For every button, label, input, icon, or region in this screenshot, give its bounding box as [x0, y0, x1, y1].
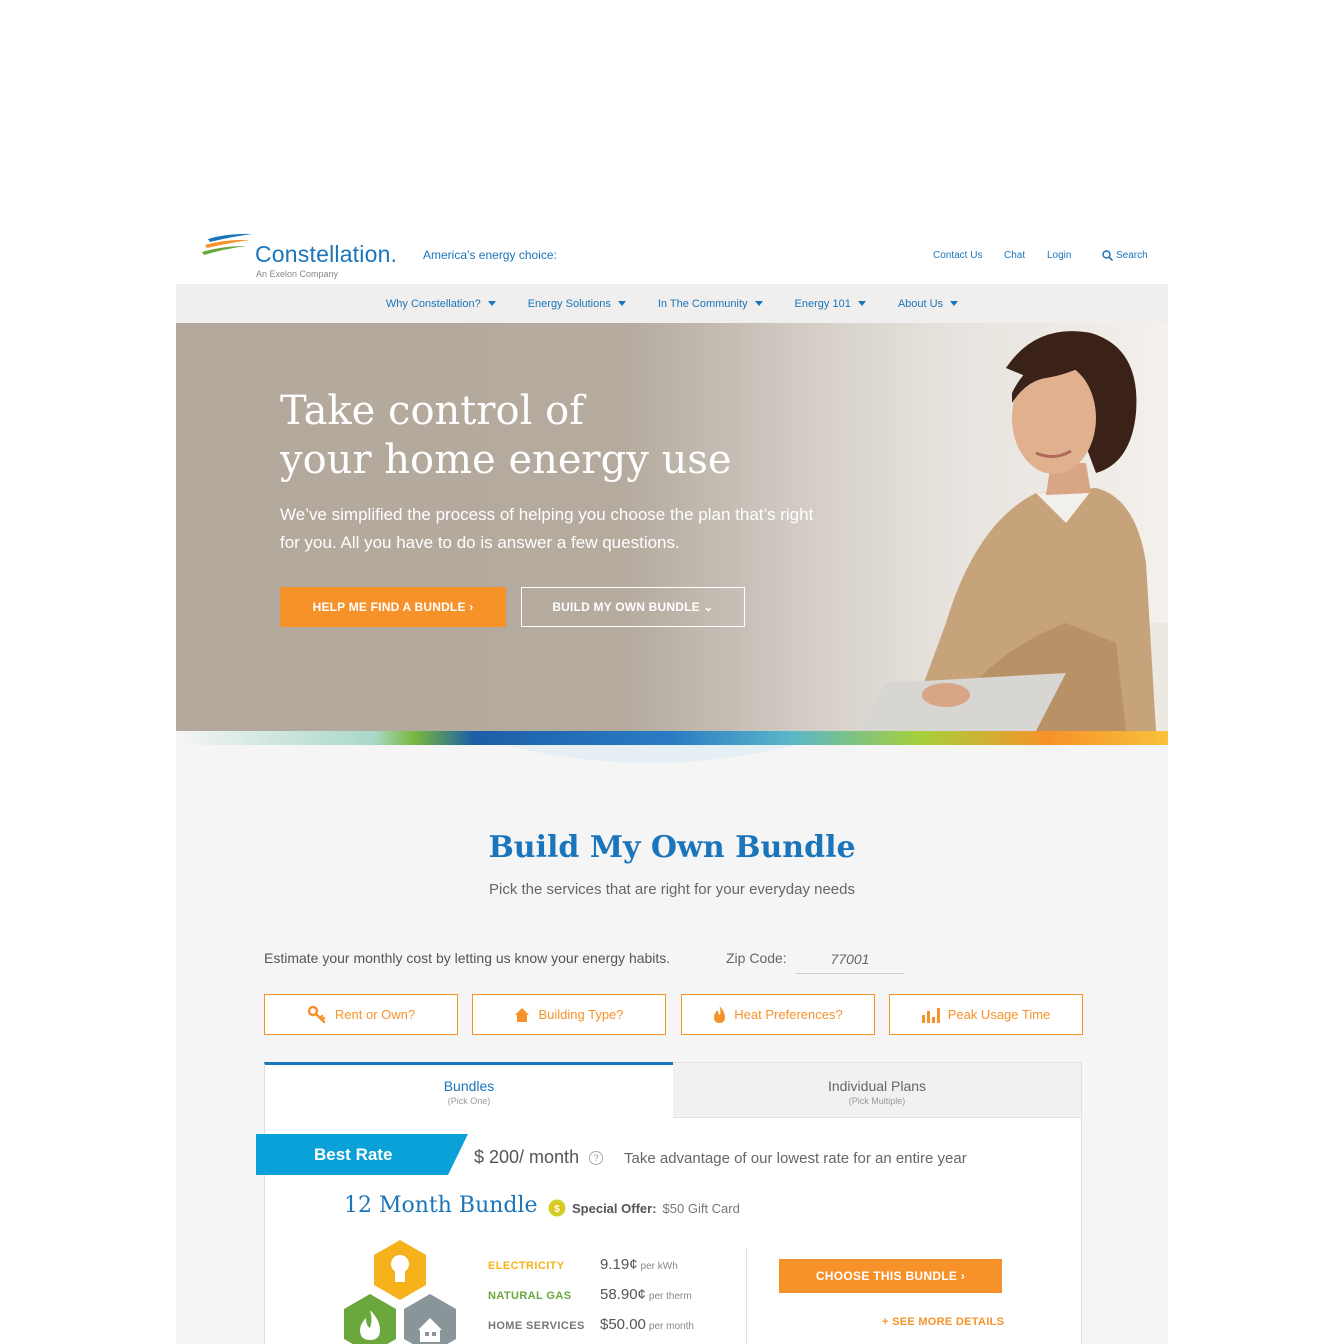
logo-swoosh-icon	[202, 233, 252, 255]
price-value: $ 200/ month	[474, 1147, 580, 1167]
nav-item-energy-101[interactable]: Energy 101	[795, 298, 866, 310]
search-icon	[1102, 250, 1113, 261]
best-rate-label: Best Rate	[314, 1145, 393, 1164]
logo[interactable]: Constellation. An Exelon Company	[200, 229, 430, 279]
price-note: Take advantage of our lowest rate for an…	[624, 1150, 967, 1167]
svg-text:$: $	[554, 1204, 560, 1215]
hero-title-line2: your home energy use	[280, 437, 732, 483]
caret-down-icon	[950, 301, 959, 306]
tab-individual-plans[interactable]: Individual Plans (Pick Multiple)	[673, 1062, 1082, 1118]
special-offer: $ Special Offer: $50 Gift Card	[548, 1199, 740, 1217]
hero-banner: Take control of your home energy use We’v…	[176, 323, 1168, 731]
tab-bundles[interactable]: Bundles (Pick One)	[264, 1062, 673, 1118]
nav-item-in-the-community[interactable]: In The Community	[658, 298, 763, 310]
home-services-rate: $50.00 per month	[600, 1316, 694, 1333]
natural-gas-rate-unit: per therm	[648, 1291, 692, 1302]
contact-us-link[interactable]: Contact Us	[933, 250, 982, 261]
home-services-label: HOME SERVICES	[488, 1320, 585, 1332]
key-icon	[307, 1005, 326, 1023]
special-offer-label: Special Offer:	[572, 1200, 657, 1216]
search-label: Search	[1116, 250, 1148, 261]
heat-preferences-button[interactable]: Heat Preferences?	[681, 994, 875, 1035]
login-link[interactable]: Login	[1047, 250, 1071, 261]
hero-body: We’ve simplified the process of helping …	[280, 505, 814, 552]
nav-item-label: Energy Solutions	[527, 297, 611, 310]
tab-bundles-label: Bundles	[443, 1078, 495, 1094]
nav-item-label: Energy 101	[794, 297, 851, 310]
hero-title-line1: Take control of	[280, 388, 584, 434]
caret-down-icon	[857, 301, 866, 306]
natural-gas-label: NATURAL GAS	[488, 1290, 572, 1302]
build-my-own-bundle-button[interactable]: BUILD MY OWN BUNDLE ⌄	[521, 587, 745, 627]
home-services-rate-value: $50.00	[600, 1316, 646, 1333]
building-type-label: Building Type?	[538, 1007, 624, 1022]
logo-subtitle: An Exelon Company	[256, 269, 339, 279]
nav-item-energy-solutions[interactable]: Energy Solutions	[528, 298, 626, 310]
zip-code-input[interactable]	[796, 944, 904, 974]
caret-down-icon	[487, 301, 496, 306]
home-services-rate-unit: per month	[648, 1321, 694, 1332]
page-frame: Constellation. An Exelon Company America…	[176, 226, 1168, 1344]
electricity-rate-unit: per kWh	[640, 1261, 678, 1272]
nav-item-label: In The Community	[657, 297, 748, 310]
price: $ 200/ month ?	[474, 1147, 604, 1168]
heat-preferences-label: Heat Preferences?	[734, 1007, 843, 1022]
tab-bundles-note: (Pick One)	[447, 1096, 491, 1106]
bundle-services-hexagons	[344, 1240, 456, 1344]
tab-individual-plans-note: (Pick Multiple)	[848, 1096, 906, 1106]
main-nav: Why Constellation? Energy Solutions In T…	[176, 284, 1168, 323]
electricity-rate-value: 9.19¢	[600, 1256, 638, 1273]
rent-or-own-button[interactable]: Rent or Own?	[264, 994, 458, 1035]
electricity-rate: 9.19¢ per kWh	[600, 1256, 678, 1273]
hero-title: Take control of your home energy use	[280, 387, 840, 485]
help-me-find-bundle-button[interactable]: HELP ME FIND A BUNDLE ›	[280, 587, 506, 627]
section-subtitle: Pick the services that are right for you…	[488, 881, 855, 898]
nav-item-label: Why Constellation?	[385, 297, 481, 310]
site-header: Constellation. An Exelon Company America…	[176, 226, 1168, 284]
peak-usage-time-button[interactable]: Peak Usage Time	[889, 994, 1083, 1035]
home-services-hex-icon	[404, 1294, 456, 1344]
tagline: America’s energy choice:	[423, 248, 557, 262]
decorative-color-stripe	[176, 731, 1168, 763]
natural-gas-hex-icon	[344, 1294, 396, 1344]
bar-chart-icon	[921, 1007, 940, 1023]
chat-link[interactable]: Chat	[1004, 250, 1025, 261]
zip-code-label: Zip Code:	[726, 950, 787, 966]
electricity-hex-icon	[374, 1240, 426, 1300]
nav-item-why-constellation[interactable]: Why Constellation?	[386, 298, 496, 310]
tab-individual-plans-label: Individual Plans	[827, 1078, 927, 1094]
dollar-badge-icon: $	[548, 1199, 566, 1217]
electricity-label: ELECTRICITY	[488, 1260, 565, 1272]
caret-down-icon	[754, 301, 763, 306]
house-icon	[515, 1007, 530, 1022]
building-type-button[interactable]: Building Type?	[472, 994, 666, 1035]
help-icon[interactable]: ?	[589, 1150, 604, 1165]
logo-name: Constellation.	[255, 241, 398, 267]
search-link[interactable]: Search	[1102, 250, 1148, 261]
nav-item-label: About Us	[897, 297, 944, 310]
estimate-text: Estimate your monthly cost by letting us…	[264, 950, 671, 966]
peak-usage-time-label: Peak Usage Time	[947, 1007, 1051, 1022]
caret-down-icon	[617, 301, 626, 306]
card-divider	[746, 1248, 747, 1344]
bundle-name: 12 Month Bundle	[344, 1193, 538, 1218]
plan-tabs: Bundles (Pick One) Individual Plans (Pic…	[264, 1062, 1082, 1118]
choose-this-bundle-button[interactable]: CHOOSE THIS BUNDLE ›	[779, 1259, 1002, 1293]
rent-or-own-label: Rent or Own?	[334, 1007, 416, 1022]
flame-icon	[714, 1006, 726, 1023]
special-offer-value: $50 Gift Card	[662, 1200, 740, 1216]
natural-gas-rate-value: 58.90¢	[600, 1286, 646, 1303]
section-title: Build My Own Bundle	[488, 830, 856, 865]
see-more-details-link[interactable]: + SEE MORE DETAILS	[882, 1316, 1004, 1328]
nav-item-about-us[interactable]: About Us	[897, 297, 959, 310]
natural-gas-rate: 58.90¢ per therm	[600, 1286, 692, 1303]
